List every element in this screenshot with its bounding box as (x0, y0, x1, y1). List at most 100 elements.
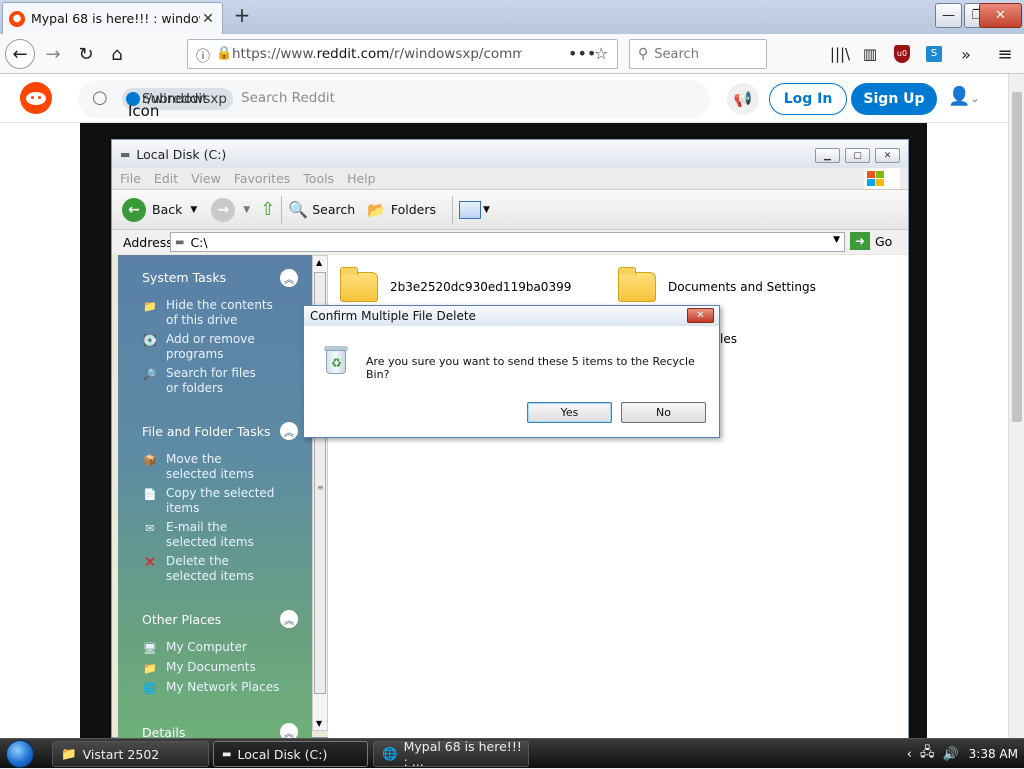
reddit-header: ○ Subreddit r/windowsxp Search Reddit Ic… (0, 74, 1008, 123)
other-places-header[interactable]: Other Places (142, 612, 221, 627)
page-scrollbar[interactable] (1008, 74, 1024, 738)
overflow-chevron-icon[interactable]: » (951, 39, 981, 69)
address-input[interactable]: ▬ C:\ ▼ (170, 232, 845, 252)
page-scrollbar-thumb[interactable] (1012, 92, 1022, 422)
address-dropdown-icon[interactable]: ▼ (833, 235, 840, 245)
library-icon[interactable]: |||\ (825, 39, 855, 69)
taskbar-item-local-disk[interactable]: ▬ Local Disk (C:) (213, 741, 368, 767)
bookmark-star-icon[interactable]: ☆ (594, 44, 608, 63)
place-label: My Network Places (166, 680, 280, 694)
browser-tab-bar: ● Mypal 68 is here!!! : windowsxp ✕ + — … (0, 0, 1024, 34)
collapse-chevron-icon[interactable]: ︽ (280, 422, 298, 440)
task-move-items[interactable]: 📦 Move the selected items (142, 452, 276, 482)
ublock-icon[interactable]: u0 (887, 39, 917, 69)
advertise-megaphone-icon[interactable]: 📢 (727, 83, 759, 115)
collapse-chevron-icon[interactable]: ︽ (280, 269, 298, 287)
login-button[interactable]: Log In (769, 83, 847, 115)
explorer-close-button[interactable]: ✕ (875, 148, 900, 163)
browser-search-input[interactable]: ⚲ Search (629, 39, 767, 69)
close-window-button[interactable]: ✕ (979, 3, 1022, 28)
up-folder-icon[interactable]: ⇧ (260, 199, 275, 220)
place-label: My Documents (166, 660, 256, 674)
collapse-chevron-icon[interactable]: ︽ (280, 610, 298, 628)
chevron-down-icon[interactable]: ▼ (190, 205, 197, 215)
task-delete-items[interactable]: ✕ Delete the selected items (142, 554, 276, 584)
chevron-down-icon[interactable]: ▼ (243, 205, 250, 215)
menu-tools[interactable]: Tools (303, 171, 334, 186)
menu-view[interactable]: View (191, 171, 221, 186)
menu-favorites[interactable]: Favorites (234, 171, 290, 186)
scroll-down-icon[interactable]: ▼ (316, 719, 322, 728)
task-hide-contents[interactable]: 📁 Hide the contents of this drive (142, 298, 286, 328)
reddit-favicon-icon: ● (9, 10, 25, 27)
forward-button[interactable]: → (38, 39, 68, 69)
folder-item[interactable]: Documents and Settings (618, 267, 816, 302)
menu-hamburger-icon[interactable]: ≡ (990, 39, 1020, 69)
user-dropdown-icon[interactable]: 👤⌄ (948, 86, 980, 107)
chevron-down-icon: ▼ (483, 204, 490, 215)
dialog-title-bar[interactable]: Confirm Multiple File Delete ✕ (304, 306, 719, 326)
drive-icon: ▬ (120, 147, 131, 161)
menu-file[interactable]: File (120, 171, 141, 186)
new-tab-button[interactable]: + (230, 5, 254, 27)
menu-help[interactable]: Help (347, 171, 376, 186)
home-button[interactable]: ⌂ (102, 39, 132, 69)
minimize-button[interactable]: — (935, 3, 962, 28)
sidebar-icon[interactable]: ▥ (855, 39, 885, 69)
place-my-documents[interactable]: 📁 My Documents (142, 660, 256, 676)
collapse-chevron-icon[interactable]: ︽ (280, 723, 298, 739)
folder-item[interactable]: 2b3e2520dc930ed119ba0399 (340, 267, 571, 302)
folder-label-partial[interactable]: les (720, 332, 737, 346)
folders-button[interactable]: 📂 Folders (367, 201, 436, 219)
scroll-up-icon[interactable]: ▲ (316, 258, 322, 267)
views-button[interactable]: ▼ (459, 200, 490, 219)
task-search-files[interactable]: 🔎 Search for files or folders (142, 366, 266, 396)
browser-tab[interactable]: ● Mypal 68 is here!!! : windowsxp ✕ (2, 2, 223, 34)
file-folder-tasks-header[interactable]: File and Folder Tasks (142, 424, 270, 439)
system-tasks-header[interactable]: System Tasks (142, 270, 226, 285)
clock[interactable]: 3:38 AM (969, 747, 1018, 761)
go-button[interactable]: ➜ Go (850, 232, 892, 250)
dialog-message: Are you sure you want to send these 5 it… (366, 355, 695, 381)
back-button[interactable]: ← (5, 39, 35, 69)
reddit-logo-icon[interactable] (20, 82, 52, 114)
no-button[interactable]: No (621, 402, 706, 423)
skype-extension-icon[interactable]: S (919, 39, 949, 69)
taskbar-item-vistart[interactable]: 📁 Vistart 2502 (52, 741, 209, 767)
programs-icon: 💽 (143, 333, 157, 347)
reload-button[interactable]: ↻ (71, 39, 101, 69)
taskbar: 📁 Vistart 2502 ▬ Local Disk (C:) 🌐 Mypal… (0, 738, 1024, 769)
dialog-close-button[interactable]: ✕ (687, 308, 714, 323)
start-button[interactable] (2, 739, 38, 769)
network-tray-icon[interactable]: 🖧 (920, 743, 935, 765)
menu-edit[interactable]: Edit (154, 171, 178, 186)
tray-expand-icon[interactable]: ‹ (907, 747, 912, 762)
tab-close-icon[interactable]: ✕ (200, 11, 216, 27)
explorer-maximize-button[interactable]: ▢ (845, 148, 870, 163)
place-my-network[interactable]: 🌐 My Network Places (142, 680, 279, 696)
page-actions-icon[interactable]: ••• (568, 44, 596, 63)
place-my-computer[interactable]: 🖥 My Computer (142, 640, 247, 656)
task-add-remove-programs[interactable]: 💽 Add or remove programs (142, 332, 266, 362)
info-icon[interactable]: ⓘ (196, 46, 210, 66)
yes-button[interactable]: Yes (527, 402, 612, 423)
forward-arrow-icon[interactable]: → (211, 197, 236, 222)
task-email-items[interactable]: ✉ E-mail the selected items (142, 520, 276, 550)
task-label: Add or remove programs (166, 332, 255, 361)
details-header[interactable]: Details (142, 725, 185, 739)
email-icon: ✉ (145, 521, 155, 535)
task-copy-items[interactable]: 📄 Copy the selected items (142, 486, 276, 516)
explorer-title-bar[interactable]: ▬ Local Disk (C:) ▁ ▢ ✕ (112, 140, 908, 168)
signup-button[interactable]: Sign Up (851, 83, 937, 115)
search-button[interactable]: 🔍 Search (288, 200, 355, 219)
volume-tray-icon[interactable]: 🔊 (942, 747, 958, 762)
reddit-search-box[interactable]: ○ Subreddit r/windowsxp Search Reddit (78, 80, 710, 118)
search-icon: ⚲ (638, 46, 649, 62)
explorer-minimize-button[interactable]: ▁ (815, 148, 840, 163)
url-bar[interactable]: ⓘ 🔒 https://www.reddit.com/r/windowsxp/c… (187, 39, 618, 69)
folder-icon (340, 267, 378, 302)
back-button[interactable]: ← Back ▼ (122, 197, 197, 222)
task-label: Delete the selected items (166, 554, 254, 583)
folder-icon: 📁 (143, 299, 157, 313)
taskbar-item-mypal[interactable]: 🌐 Mypal 68 is here!!! : ... (373, 739, 529, 769)
